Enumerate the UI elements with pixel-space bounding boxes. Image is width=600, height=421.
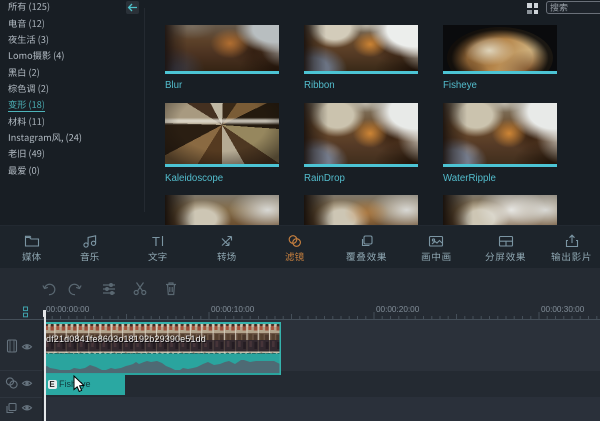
svg-text:T: T — [152, 234, 160, 249]
svg-text:00:00:00:00: 00:00:00:00 — [46, 305, 90, 314]
svg-text:00:00:30:00: 00:00:30:00 — [541, 305, 585, 314]
svg-text:00:00:20:00: 00:00:20:00 — [376, 305, 420, 314]
svg-text:00:00:10:00: 00:00:10:00 — [211, 305, 255, 314]
